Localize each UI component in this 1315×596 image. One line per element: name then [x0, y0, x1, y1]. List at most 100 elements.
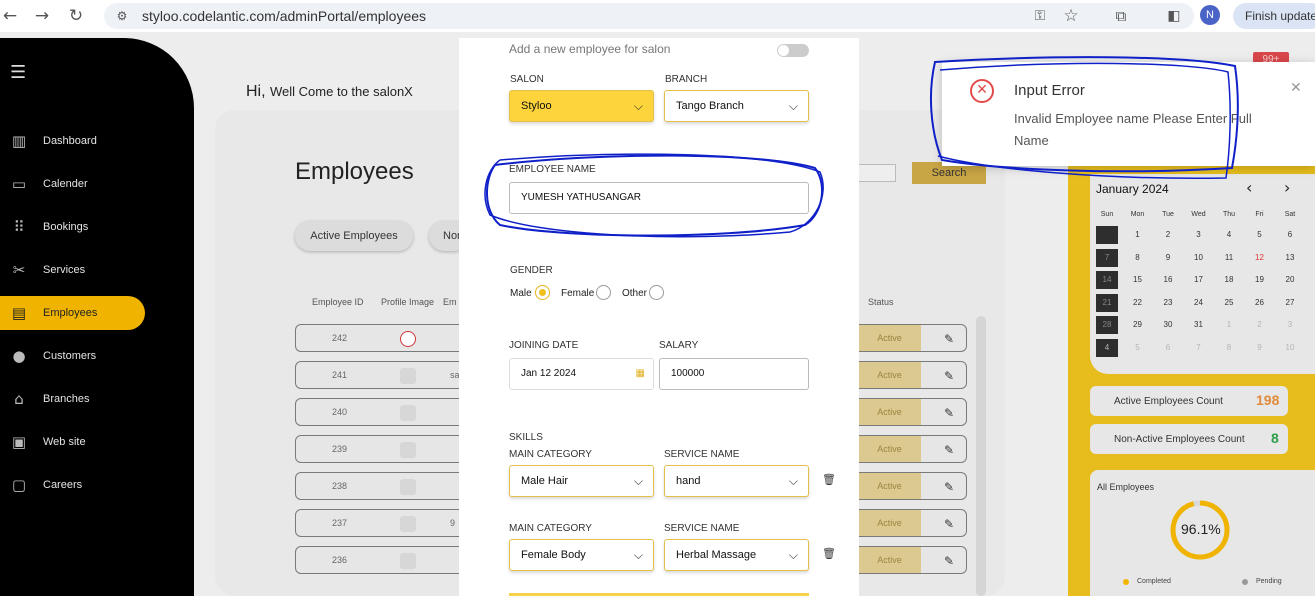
calendar-day[interactable]: 9	[1249, 339, 1271, 357]
gender-other-radio[interactable]	[649, 285, 664, 300]
calendar-day[interactable]: 29	[1127, 316, 1149, 334]
calendar-day[interactable]: 10	[1279, 339, 1301, 357]
extensions-icon[interactable]: ⧉	[1111, 6, 1131, 26]
calendar-day[interactable]: 18	[1218, 271, 1240, 289]
salon-select[interactable]: Styloo ⌵	[509, 90, 654, 122]
delete-skill-icon[interactable]: 🗑	[822, 547, 836, 560]
calendar-day[interactable]	[1096, 226, 1118, 244]
legend-completed: Completed	[1137, 578, 1171, 585]
edit-icon[interactable]: ✎	[944, 406, 954, 420]
site-settings-icon[interactable]: ⚙	[112, 6, 132, 26]
main-category-select-2[interactable]: Female Body ⌵	[509, 539, 654, 571]
service-name-label: SERVICE NAME	[664, 449, 740, 460]
calendar-day[interactable]: 26	[1249, 294, 1271, 312]
gender-male-radio[interactable]	[535, 285, 550, 300]
calendar-day[interactable]: 1	[1127, 226, 1149, 244]
finish-update-button[interactable]: Finish update	[1233, 3, 1315, 29]
calendar-day[interactable]: 24	[1188, 294, 1210, 312]
calendar-day[interactable]: 4	[1096, 338, 1118, 357]
sidebar-item-services[interactable]: ✂ Services	[0, 253, 145, 287]
sidebar-item-label: Web site	[43, 436, 86, 448]
calendar-day[interactable]: 11	[1218, 249, 1240, 267]
bookmark-star-icon[interactable]: ☆	[1061, 6, 1081, 26]
key-icon[interactable]: ⚿	[1030, 6, 1050, 26]
calendar-day[interactable]: 16	[1157, 271, 1179, 289]
main-category-label: MAIN CATEGORY	[509, 523, 592, 534]
sidebar-item-calender[interactable]: ▭ Calender	[0, 167, 145, 201]
edit-icon[interactable]: ✎	[944, 443, 954, 457]
calendar-day[interactable]: 20	[1279, 271, 1301, 289]
weekday-header: Thu	[1222, 211, 1236, 218]
calendar-day[interactable]: 8	[1218, 339, 1240, 357]
search-input[interactable]	[858, 164, 896, 182]
back-icon[interactable]: ←	[0, 6, 20, 26]
salon-toggle[interactable]	[777, 44, 809, 57]
calendar-day[interactable]: 22	[1127, 294, 1149, 312]
calendar-icon[interactable]: ▦	[636, 359, 645, 389]
edit-icon[interactable]: ✎	[944, 480, 954, 494]
weekday-header: Fri	[1255, 211, 1264, 218]
table-scrollbar[interactable]	[976, 316, 986, 596]
menu-collapse-icon[interactable]: ☰	[10, 62, 26, 83]
calendar-day[interactable]: 6	[1157, 339, 1179, 357]
profile-avatar[interactable]: N	[1200, 5, 1220, 25]
edit-icon[interactable]: ✎	[944, 517, 954, 531]
service-name-select-1[interactable]: hand ⌵	[664, 465, 809, 497]
calendar-next-icon[interactable]: ›	[1284, 178, 1290, 197]
calendar-day[interactable]: 28	[1096, 316, 1118, 334]
calendar-day[interactable]: 9	[1157, 249, 1179, 267]
employee-name-input[interactable]: YUMESH YATHUSANGAR	[509, 182, 809, 214]
calendar-day[interactable]: 7	[1096, 248, 1118, 267]
delete-skill-icon[interactable]: 🗑	[822, 473, 836, 486]
joining-date-input[interactable]: Jan 12 2024 ▦	[509, 358, 654, 390]
edit-icon[interactable]: ✎	[944, 554, 954, 568]
calendar-day[interactable]: 6	[1279, 226, 1301, 244]
calendar-day[interactable]: 13	[1279, 249, 1301, 267]
url-text[interactable]: styloo.codelantic.com/adminPortal/employ…	[142, 8, 426, 24]
calendar-day[interactable]: 19	[1249, 271, 1271, 289]
gender-female-radio[interactable]	[596, 285, 611, 300]
tab-active-employees[interactable]: Active Employees	[295, 221, 413, 251]
calendar-day[interactable]: 3	[1188, 226, 1210, 244]
reload-icon[interactable]: ↻	[66, 6, 86, 26]
calendar-day[interactable]: 27	[1279, 294, 1301, 312]
calendar-day[interactable]: 2	[1249, 316, 1271, 334]
main-category-select-1[interactable]: Male Hair ⌵	[509, 465, 654, 497]
calendar-day[interactable]: 31	[1188, 316, 1210, 334]
sidebar-item-careers[interactable]: ▢ Careers	[0, 468, 145, 502]
sidebar-item-bookings[interactable]: ⠿ Bookings	[0, 210, 145, 244]
sidebar-item-branches[interactable]: ⌂ Branches	[0, 382, 145, 416]
sidebar-item-label: Branches	[43, 393, 90, 405]
salary-input[interactable]: 100000	[659, 358, 809, 390]
sidebar-item-employees[interactable]: ▤ Employees	[0, 296, 145, 330]
service-name-select-2[interactable]: Herbal Massage ⌵	[664, 539, 809, 571]
calendar-day[interactable]: 10	[1188, 249, 1210, 267]
calendar-day[interactable]: 8	[1127, 249, 1149, 267]
calendar-day[interactable]: 23	[1157, 294, 1179, 312]
calendar-day[interactable]: 5	[1127, 339, 1149, 357]
calendar-prev-icon[interactable]: ‹	[1246, 178, 1252, 197]
calendar-day[interactable]: 4	[1218, 226, 1240, 244]
calendar-day[interactable]: 7	[1188, 339, 1210, 357]
calendar-day[interactable]: 21	[1096, 293, 1118, 312]
edit-icon[interactable]: ✎	[944, 369, 954, 383]
calendar-day[interactable]: 25	[1218, 294, 1240, 312]
branch-select[interactable]: Tango Branch ⌵	[664, 90, 809, 122]
calendar-day[interactable]: 2	[1157, 226, 1179, 244]
calendar-day[interactable]: 12	[1249, 249, 1271, 267]
sidebar-item-customers[interactable]: ● Customers	[0, 339, 145, 373]
calendar-day[interactable]: 5	[1249, 226, 1271, 244]
calendar-day[interactable]: 14	[1096, 271, 1118, 289]
forward-icon[interactable]: →	[32, 6, 52, 26]
close-icon[interactable]: ✕	[1290, 80, 1302, 96]
gender-male-label: Male	[510, 288, 532, 299]
sidebar-icon[interactable]: ◧	[1164, 6, 1184, 26]
sidebar-item-dashboard[interactable]: ▥ Dashboard	[0, 124, 145, 158]
calendar-day[interactable]: 1	[1218, 316, 1240, 334]
calendar-day[interactable]: 17	[1188, 271, 1210, 289]
calendar-day[interactable]: 3	[1279, 316, 1301, 334]
calendar-day[interactable]: 15	[1127, 271, 1149, 289]
sidebar-item-web-site[interactable]: ▣ Web site	[0, 425, 145, 459]
edit-icon[interactable]: ✎	[944, 332, 954, 346]
calendar-day[interactable]: 30	[1157, 316, 1179, 334]
